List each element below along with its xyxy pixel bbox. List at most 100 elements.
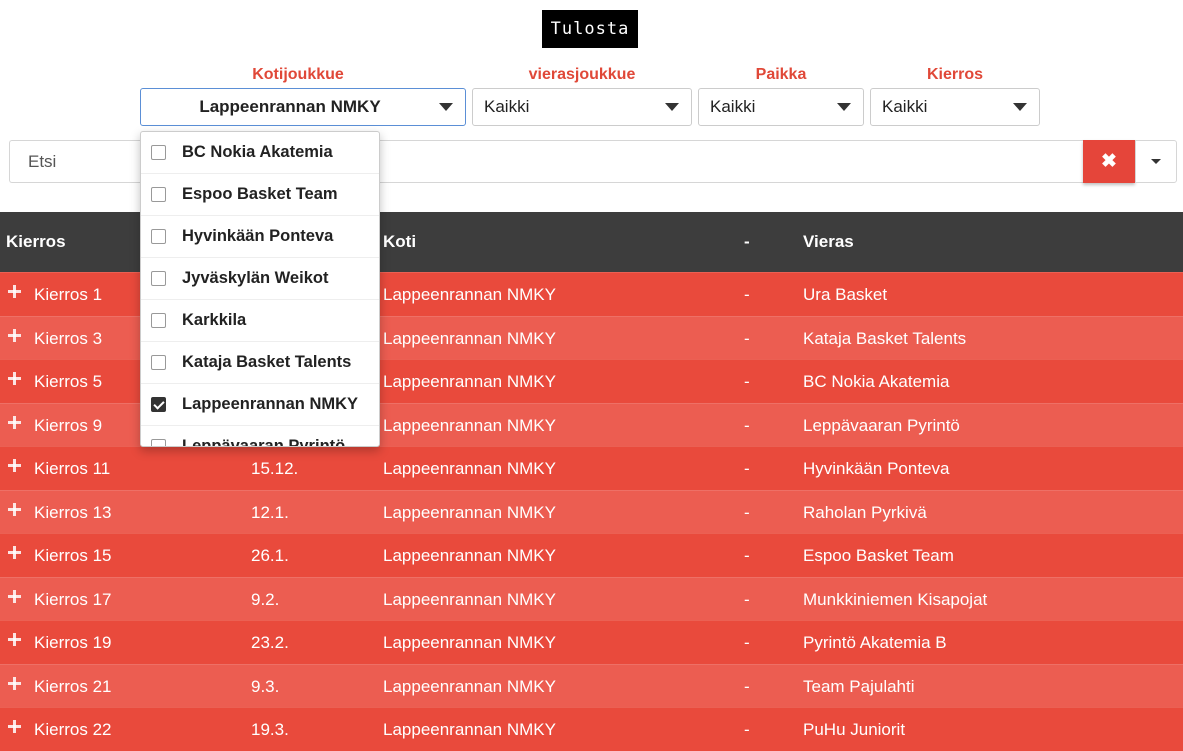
home-team-cell: Lappeenrannan NMKY [383,415,556,435]
score-cell: - [744,676,750,696]
expand-plus-icon[interactable] [8,285,21,298]
dropdown-option[interactable]: Jyväskylän Weikot [141,258,379,300]
place-select-value: Kaikki [710,97,756,116]
home-team-cell: Lappeenrannan NMKY [383,720,556,739]
header-away[interactable]: Vieras [803,212,854,272]
option-label: BC Nokia Akatemia [182,143,333,161]
header-dash: - [744,232,750,251]
round-cell: Kierros 15 [34,546,112,565]
clear-search-button[interactable]: ✖ [1083,140,1135,183]
score-cell: - [744,415,750,435]
caret-down-icon [1151,159,1161,164]
option-label: Leppävaaran Pyrintö [182,437,346,447]
place-select[interactable]: Kaikki [698,88,864,126]
dropdown-option[interactable]: Hyvinkään Ponteva [141,216,379,258]
table-row[interactable]: Kierros 22 19.3. Lappeenrannan NMKY - PuHu J… [0,707,1183,751]
table-row[interactable]: Kierros 13 12.1. Lappeenrannan NMKY - Rahola… [0,489,1183,533]
expand-plus-icon[interactable] [8,502,21,516]
score-cell: - [744,459,750,478]
home-team-select-value: Lappeenrannan NMKY [199,97,381,116]
away-team-cell: Kataja Basket Talents [803,328,967,348]
checkbox[interactable] [151,145,166,160]
round-cell: Kierros 9 [34,415,103,435]
date-cell: 9.2. [251,589,280,609]
place-label: Paikka [755,66,807,83]
table-row[interactable]: Kierros 21 9.3. Lappeenrannan NMKY - Team Pa… [0,663,1183,707]
expand-plus-icon[interactable] [8,415,21,429]
away-team-cell: Leppävaaran Pyrintö [803,415,960,435]
home-team-cell: Lappeenrannan NMKY [383,676,556,696]
score-cell: - [744,285,750,304]
expand-plus-icon[interactable] [8,676,21,690]
search-options-button[interactable] [1135,140,1177,183]
round-cell: Kierros 11 [34,459,111,478]
dropdown-option[interactable]: Leppävaaran Pyrintö [141,426,379,447]
checkbox[interactable] [151,439,166,446]
header-round[interactable]: Kierros [6,212,66,272]
table-row[interactable]: Kierros 19 23.2. Lappeenrannan NMKY - Pyrint… [0,620,1183,664]
chevron-down-icon [439,103,453,111]
expand-plus-icon[interactable] [8,459,21,472]
table-row[interactable]: Kierros 11 15.12. Lappeenrannan NMKY - Hyvin… [0,446,1183,490]
score-cell: - [744,328,750,348]
checkbox[interactable] [151,229,166,244]
checkbox[interactable] [151,271,166,286]
checkbox[interactable] [151,355,166,370]
option-label: Lappeenrannan NMKY [182,395,359,413]
round-cell: Kierros 1 [34,285,103,304]
header-home[interactable]: Koti [383,212,416,272]
home-team-cell: Lappeenrannan NMKY [383,502,556,522]
checkbox[interactable] [151,187,166,202]
score-cell: - [744,589,750,609]
away-team-select-value: Kaikki [484,97,530,116]
home-team-label: Kotijoukkue [252,66,344,83]
dropdown-option[interactable]: Lappeenrannan NMKY [141,384,379,426]
away-team-cell: Espoo Basket Team [803,546,954,565]
print-button[interactable]: Tulosta [542,10,638,48]
away-team-cell: Team Pajulahti [803,676,915,696]
score-cell: - [744,546,750,565]
home-team-cell: Lappeenrannan NMKY [383,372,556,391]
dropdown-option[interactable]: Kataja Basket Talents [141,342,379,384]
expand-plus-icon[interactable] [8,328,21,342]
away-team-cell: BC Nokia Akatemia [803,372,950,391]
round-select[interactable]: Kaikki [870,88,1040,126]
score-cell: - [744,720,750,739]
option-label: Jyväskylän Weikot [182,269,329,287]
round-cell: Kierros 13 [34,502,112,522]
away-team-cell: Hyvinkään Ponteva [803,459,950,478]
expand-plus-icon[interactable] [8,720,21,733]
round-cell: Kierros 3 [34,328,103,348]
date-cell: 9.3. [251,676,280,696]
table-row[interactable]: Kierros 15 26.1. Lappeenrannan NMKY - Espoo … [0,533,1183,577]
away-team-cell: Ura Basket [803,285,888,304]
table-row[interactable]: Kierros 17 9.2. Lappeenrannan NMKY - Munkkin… [0,576,1183,620]
round-cell: Kierros 21 [34,676,112,696]
checkbox[interactable] [151,313,166,328]
round-label: Kierros [926,66,984,83]
home-team-cell: Lappeenrannan NMKY [383,589,556,609]
date-cell: 12.1. [251,502,289,522]
expand-plus-icon[interactable] [8,589,21,603]
round-cell: Kierros 17 [34,589,112,609]
option-label: Espoo Basket Team [182,185,338,203]
away-team-cell: PuHu Juniorit [803,720,906,739]
dropdown-option[interactable]: Espoo Basket Team [141,174,379,216]
home-team-cell: Lappeenrannan NMKY [383,328,556,348]
round-cell: Kierros 19 [34,633,112,652]
date-cell: 15.12. [251,459,299,478]
expand-plus-icon[interactable] [8,546,21,559]
expand-plus-icon[interactable] [8,633,21,646]
option-label: Kataja Basket Talents [182,353,352,371]
home-team-cell: Lappeenrannan NMKY [383,546,556,565]
home-team-select[interactable]: Lappeenrannan NMKY [140,88,466,126]
dropdown-option[interactable]: Karkkila [141,300,379,342]
dropdown-option[interactable]: BC Nokia Akatemia [141,132,379,174]
away-team-cell: Raholan Pyrkivä [803,502,927,522]
home-team-cell: Lappeenrannan NMKY [383,285,556,304]
chevron-down-icon [837,103,851,111]
checkbox[interactable] [151,397,166,412]
expand-plus-icon[interactable] [8,372,21,385]
round-cell: Kierros 5 [34,372,103,391]
away-team-select[interactable]: Kaikki [472,88,692,126]
